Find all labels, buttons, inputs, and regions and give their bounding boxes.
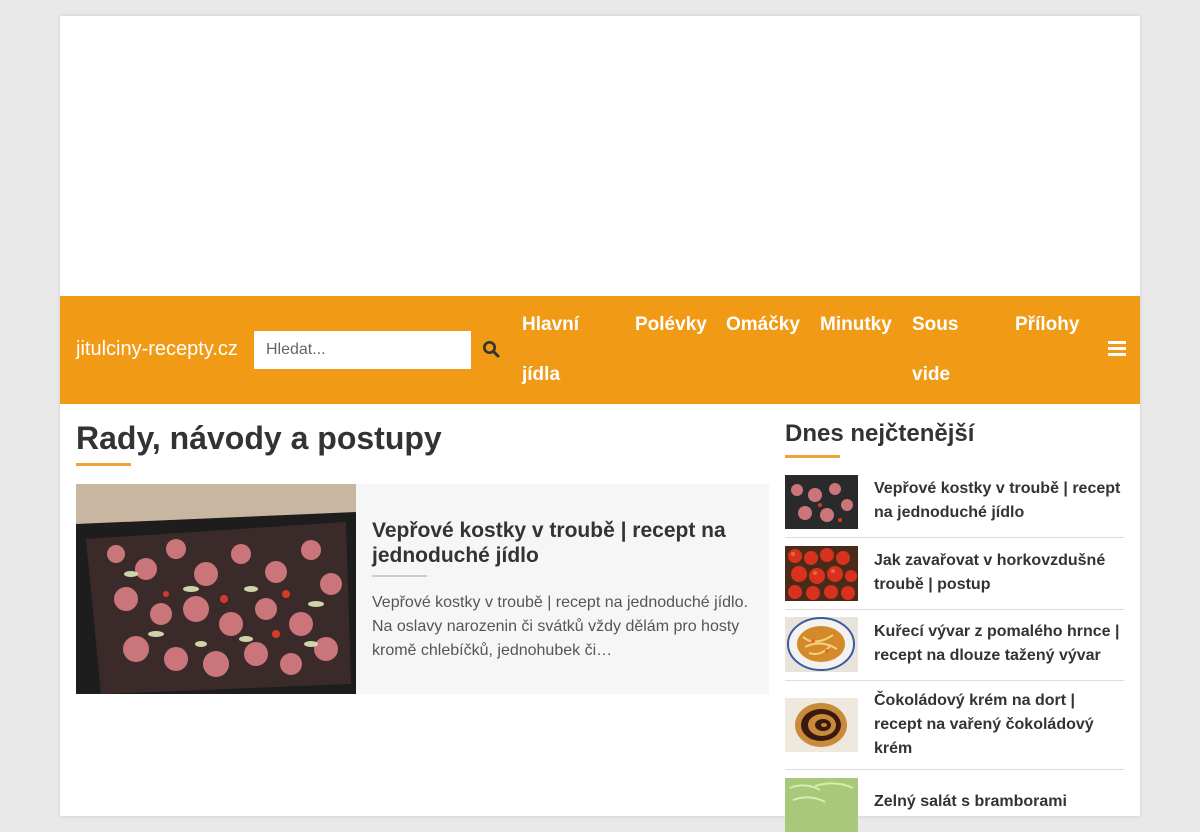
nav-item-omacky[interactable]: Omáčky <box>726 300 800 350</box>
search-icon <box>483 340 500 357</box>
divider <box>785 609 1124 610</box>
popular-item-thumbnail[interactable] <box>785 778 858 832</box>
divider <box>785 769 1124 770</box>
page-title: Rady, návody a postupy <box>76 420 442 456</box>
popular-item-title[interactable]: Vepřové kostky v troubě | recept na jedn… <box>874 477 1124 525</box>
popular-item-title[interactable]: Čokoládový krém na dort | recept na vaře… <box>874 689 1124 761</box>
roast-pork-thumb <box>785 475 858 529</box>
popular-item-title[interactable]: Zelný salát s bramborami <box>874 790 1124 814</box>
nav-item-polevky[interactable]: Polévky <box>635 300 707 350</box>
article-image[interactable] <box>76 484 356 694</box>
nav-item-prilohy[interactable]: Přílohy <box>1015 300 1079 350</box>
search-input[interactable] <box>254 331 471 369</box>
popular-item-title[interactable]: Jak zavařovat v horkovzdušné troubě | po… <box>874 549 1124 597</box>
search-button[interactable] <box>471 331 511 369</box>
chocolate-roll-thumb <box>785 698 858 752</box>
divider <box>785 537 1124 538</box>
menu-toggle-button[interactable] <box>1108 341 1126 357</box>
nav-item-minutky[interactable]: Minutky <box>820 300 892 350</box>
hamburger-menu-icon <box>1108 341 1126 356</box>
popular-item-thumbnail[interactable] <box>785 546 858 601</box>
nav-item-hlavni-jidla[interactable]: Hlavní jídla <box>522 300 579 400</box>
site-navbar: jitulciny-recepty.cz Hlavní jídla Polévk… <box>60 296 1140 404</box>
site-brand-link[interactable]: jitulciny-recepty.cz <box>76 338 238 361</box>
page-title-underline <box>76 463 131 466</box>
nav-item-label-line2: vide <box>912 364 951 385</box>
cabbage-salad-thumb <box>785 778 858 832</box>
popular-item-thumbnail[interactable] <box>785 698 858 752</box>
popular-item-title[interactable]: Kuřecí vývar z pomalého hrnce | recept n… <box>874 620 1124 668</box>
divider <box>785 680 1124 681</box>
ad-space <box>60 16 1140 296</box>
nav-item-label-line2: jídla <box>522 364 561 385</box>
article-excerpt: Vepřové kostky v troubě | recept na jedn… <box>372 594 748 659</box>
nav-item-label: Sous <box>912 314 959 335</box>
nav-item-sous-vide[interactable]: Sous vide <box>912 300 958 400</box>
article-card[interactable]: Vepřové kostky v troubě | recept na jedn… <box>76 484 769 694</box>
nav-item-label: Hlavní <box>522 314 580 335</box>
article-title-underline <box>372 575 427 577</box>
tomatoes-thumb <box>785 546 858 601</box>
popular-item-thumbnail[interactable] <box>785 475 858 529</box>
sidebar-title-underline <box>785 455 840 458</box>
article-title[interactable]: Vepřové kostky v troubě | recept na jedn… <box>372 518 742 568</box>
popular-item-thumbnail[interactable] <box>785 617 858 672</box>
chicken-broth-thumb <box>785 617 858 672</box>
roast-pork-cubes-image <box>76 484 356 694</box>
